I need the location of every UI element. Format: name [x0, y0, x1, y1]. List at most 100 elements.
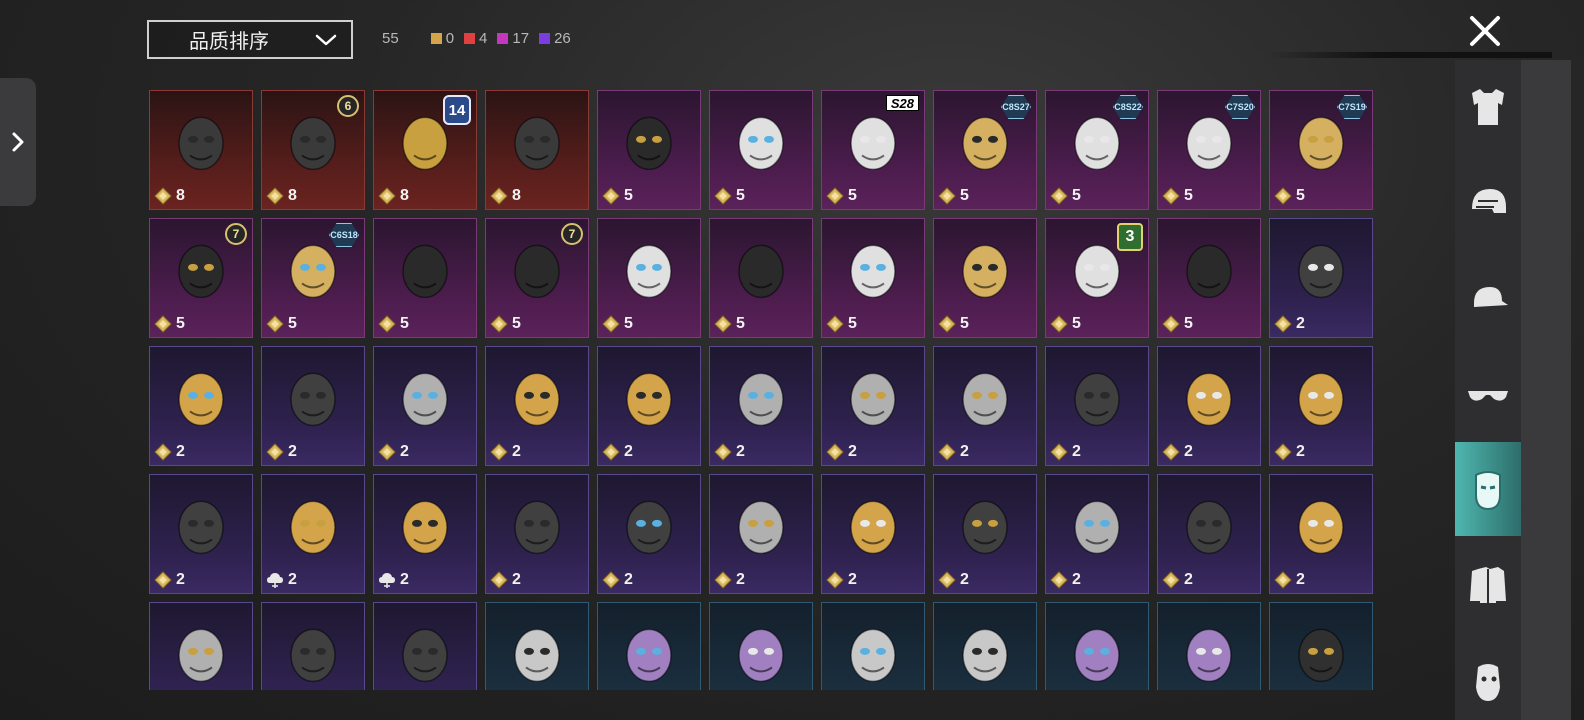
mask-item-card[interactable]: 2 [149, 346, 253, 466]
mask-item-card[interactable]: 5 [597, 218, 701, 338]
mask-white-skull-icon [1074, 372, 1120, 427]
mask-item-card[interactable]: 2 [821, 474, 925, 594]
mask-item-card[interactable]: 2 [485, 602, 589, 690]
face-icon [1476, 664, 1500, 701]
mask-item-card[interactable]: 5 [709, 90, 813, 210]
mask-item-card[interactable]: 7 5 [149, 218, 253, 338]
item-value-text: 2 [1184, 443, 1193, 460]
mask-item-card[interactable]: 2 [933, 346, 1037, 466]
item-value-text: 2 [1072, 443, 1081, 460]
mask-item-card[interactable]: 2 [1157, 602, 1261, 690]
sidebar-item-face[interactable] [1455, 634, 1521, 720]
mask-pink-dino-icon [738, 372, 784, 427]
mask-item-card[interactable]: 2 [261, 346, 365, 466]
mask-item-card[interactable]: C7S20 5 [1157, 90, 1261, 210]
mask-red-eye-icon [514, 372, 560, 427]
mask-black-ring-icon [1074, 116, 1120, 171]
mask-bronze-beak-icon [738, 244, 784, 299]
mask-item-card[interactable]: 2 [709, 346, 813, 466]
currency-diamond-icon [154, 571, 172, 589]
mask-item-card[interactable]: 2 [1157, 346, 1261, 466]
mask-item-card[interactable]: 2 [597, 346, 701, 466]
mask-item-card[interactable]: 2 [261, 474, 365, 594]
mask-item-card[interactable]: 2 [933, 602, 1037, 690]
item-value: 2 [602, 571, 633, 589]
mask-item-card[interactable]: 5 [821, 218, 925, 338]
mask-item-card[interactable]: 2 [149, 474, 253, 594]
mask-skull-bandana-icon [626, 244, 672, 299]
item-value: 2 [714, 571, 745, 589]
mask-item-card[interactable]: 2 [485, 346, 589, 466]
currency-diamond-icon [1274, 443, 1292, 461]
mask-item-card[interactable]: 2 [1045, 474, 1149, 594]
mask-item-card[interactable]: 5 [597, 90, 701, 210]
mask-item-card[interactable]: 2 [1269, 218, 1373, 338]
mask-gold-goggles-icon [962, 372, 1008, 427]
item-value-text: 5 [400, 315, 409, 332]
mask-item-card[interactable]: 2 [373, 346, 477, 466]
mask-blue-circuit-icon [1298, 116, 1344, 171]
mask-item-card[interactable]: 2 [373, 602, 477, 690]
mask-item-card[interactable]: 7 5 [485, 218, 589, 338]
currency-diamond-icon [378, 443, 396, 461]
mask-item-card[interactable]: 2 [373, 474, 477, 594]
item-value: 5 [1162, 187, 1193, 205]
mask-item-card[interactable]: 2 [261, 602, 365, 690]
item-value-text: 8 [400, 187, 409, 204]
mask-item-card[interactable]: 2 [821, 346, 925, 466]
mask-item-card[interactable]: 2 [821, 602, 925, 690]
mask-item-card[interactable]: 2 [597, 602, 701, 690]
mask-item-card[interactable]: 2 [709, 602, 813, 690]
mask-item-card[interactable]: 2 [1045, 346, 1149, 466]
mask-item-card[interactable]: 2 [1269, 474, 1373, 594]
currency-diamond-icon [266, 443, 284, 461]
mask-item-card[interactable]: 5 [709, 218, 813, 338]
sidebar-item-jacket[interactable] [1455, 538, 1521, 632]
mask-item-card[interactable]: 2 [1269, 602, 1373, 690]
mask-item-card[interactable]: S28 5 [821, 90, 925, 210]
mask-item-card[interactable]: 2 [933, 474, 1037, 594]
mask-item-card[interactable]: 3 5 [1045, 218, 1149, 338]
mask-black-gold-icon [850, 116, 896, 171]
item-value-text: 5 [1072, 315, 1081, 332]
item-value: 2 [714, 443, 745, 461]
mask-item-card[interactable]: 2 [149, 602, 253, 690]
mask-item-card[interactable]: 8 [485, 90, 589, 210]
mask-item-card[interactable]: C8S22 5 [1045, 90, 1149, 210]
item-value: 2 [826, 443, 857, 461]
currency-diamond-icon [490, 187, 508, 205]
item-value: 5 [1050, 187, 1081, 205]
mask-item-card[interactable]: 5 [1157, 218, 1261, 338]
mask-item-card[interactable]: C6S18 5 [261, 218, 365, 338]
sidebar-item-outfit[interactable] [1455, 60, 1521, 154]
item-value-text: 2 [176, 443, 185, 460]
sidebar-item-cap[interactable] [1455, 252, 1521, 346]
mask-item-card[interactable]: 2 [1269, 346, 1373, 466]
sidebar-item-face-mask[interactable] [1455, 442, 1521, 536]
mask-item-card[interactable]: 2 [1045, 602, 1149, 690]
mask-item-card[interactable]: 5 [373, 218, 477, 338]
sidebar-item-sunglasses[interactable] [1455, 348, 1521, 442]
mask-item-card[interactable]: C7S19 5 [1269, 90, 1373, 210]
mask-white-bird-icon [1298, 372, 1344, 427]
currency-diamond-icon [938, 571, 956, 589]
item-value-text: 5 [848, 187, 857, 204]
mask-item-card[interactable]: 2 [485, 474, 589, 594]
mask-item-card[interactable]: 5 [933, 218, 1037, 338]
item-value-text: 2 [624, 443, 633, 460]
item-badge: 7 [561, 223, 583, 245]
mask-item-card[interactable]: 2 [1157, 474, 1261, 594]
mask-item-card[interactable]: C8S27 5 [933, 90, 1037, 210]
mask-item-card[interactable]: 6 8 [261, 90, 365, 210]
item-value: 5 [1050, 315, 1081, 333]
mask-item-card[interactable]: 14 8 [373, 90, 477, 210]
mask-item-card[interactable]: 2 [597, 474, 701, 594]
mask-item-card[interactable]: 2 [709, 474, 813, 594]
sidebar-item-helmet[interactable] [1455, 156, 1521, 250]
category-sidebar [1455, 60, 1571, 720]
item-value: 2 [1162, 571, 1193, 589]
item-value-text: 5 [848, 315, 857, 332]
helmet-icon [1472, 189, 1506, 213]
mask-item-card[interactable]: 8 [149, 90, 253, 210]
item-value-text: 2 [1296, 315, 1305, 332]
